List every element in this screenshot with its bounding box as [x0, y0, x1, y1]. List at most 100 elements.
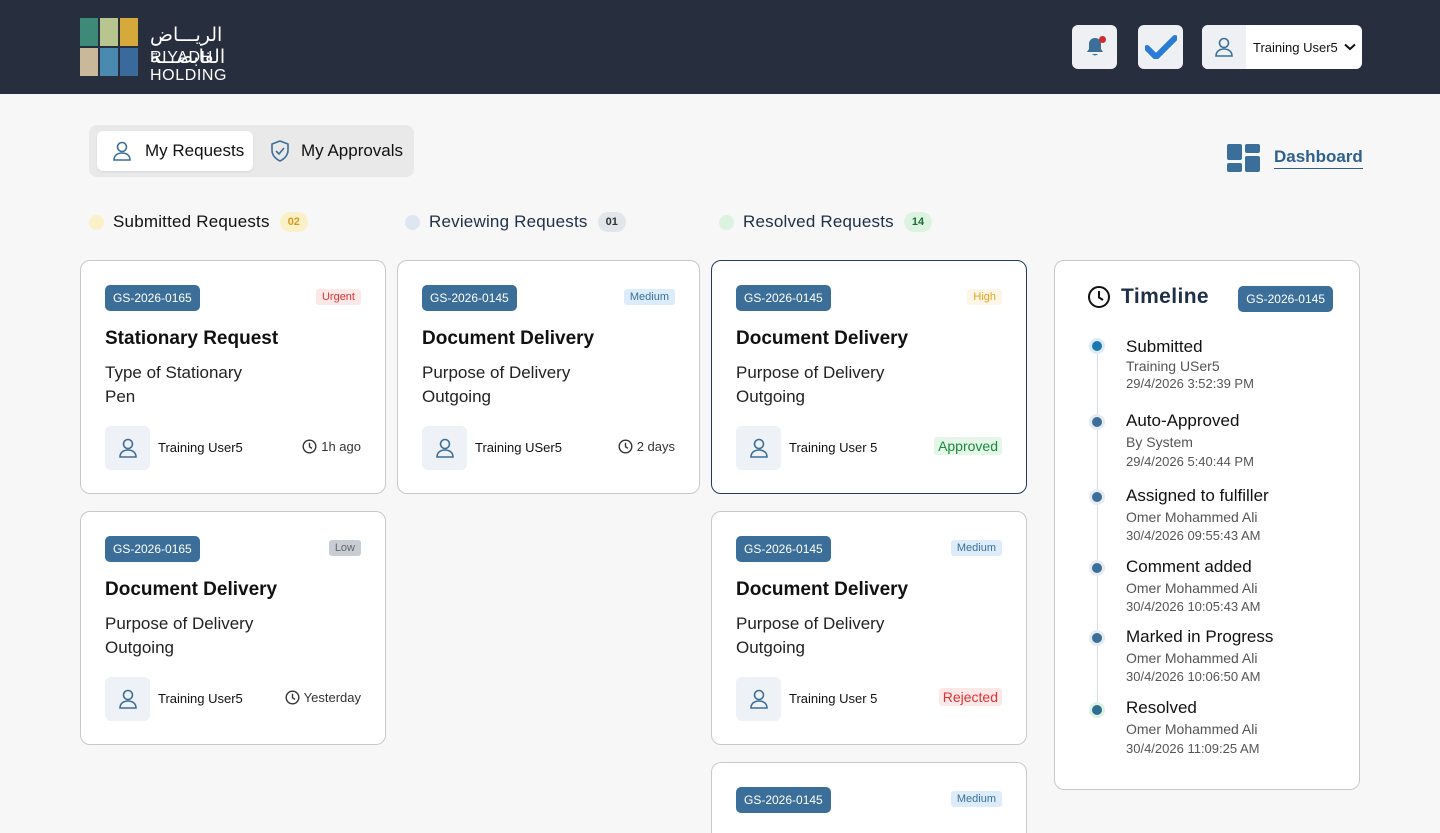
- requester-name: Training User 5: [789, 691, 878, 706]
- priority-badge: Urgent: [315, 289, 361, 305]
- user-menu[interactable]: Training User5: [1202, 25, 1362, 69]
- clock-icon: [1088, 286, 1110, 308]
- request-card[interactable]: GS-2026-0165 Urgent Stationary Request T…: [80, 260, 386, 494]
- event-time: 30/4/2026 10:05:43 AM: [1126, 599, 1261, 614]
- card-field-label: Type of Stationary: [105, 363, 243, 382]
- request-id-badge: GS-2026-0165: [105, 285, 200, 311]
- card-field-value: Outgoing: [422, 387, 491, 406]
- timeline-dot: [1089, 489, 1105, 505]
- card-title: Document Delivery: [736, 328, 909, 349]
- card-title: Document Delivery: [422, 328, 595, 349]
- event-time: 30/4/2026 11:09:25 AM: [1126, 741, 1260, 756]
- card-field-label: Purpose of Delivery: [422, 363, 571, 382]
- clock-icon: [302, 439, 317, 454]
- event-actor: Omer Mohammed Ali: [1126, 509, 1258, 525]
- count-badge: 02: [279, 212, 308, 232]
- request-card[interactable]: GS-2026-0145 High Document Delivery Purp…: [711, 260, 1027, 494]
- timeline-request-id: GS-2026-0145: [1238, 286, 1333, 312]
- tab-my-requests[interactable]: My Requests: [97, 131, 253, 171]
- count-badge: 14: [903, 212, 933, 232]
- event-title: Auto-Approved: [1126, 411, 1240, 430]
- event-title: Resolved: [1126, 698, 1197, 717]
- priority-badge: Medium: [950, 791, 1002, 807]
- card-field-value: Outgoing: [736, 387, 805, 406]
- request-id-badge: GS-2026-0165: [105, 536, 200, 562]
- requester-avatar: [105, 677, 150, 721]
- dashboard-icon: [1227, 144, 1260, 172]
- tasks-button[interactable]: [1138, 25, 1183, 69]
- elapsed-time: Yesterday: [285, 690, 361, 705]
- user-name: Training User5: [1253, 39, 1338, 55]
- timeline-dot: [1089, 338, 1105, 354]
- requester-name: Training User 5: [789, 440, 878, 455]
- count-badge: 01: [597, 212, 626, 232]
- requester-name: Training USer5: [475, 440, 562, 455]
- requester-avatar: [422, 426, 467, 470]
- card-field-value: Outgoing: [105, 638, 174, 657]
- event-title: Assigned to fulfiller: [1126, 486, 1269, 505]
- request-card[interactable]: GS-2026-0165 Low Document Delivery Purpo…: [80, 511, 386, 745]
- column-header-resolved: Resolved Requests 14: [719, 212, 933, 232]
- status-dot: [719, 214, 734, 230]
- elapsed-time: 1h ago: [302, 439, 361, 454]
- request-card[interactable]: GS-2026-0145 Medium Document Delivery Pu…: [711, 511, 1027, 745]
- timeline-panel: Timeline GS-2026-0145 Submitted Training…: [1054, 260, 1360, 790]
- request-card[interactable]: GS-2026-0145 Medium Document Delivery Pu…: [397, 260, 700, 494]
- event-time: 30/4/2026 10:06:50 AM: [1126, 669, 1261, 684]
- card-field-label: Purpose of Delivery: [105, 614, 254, 633]
- view-tabs: My Requests My Approvals: [89, 125, 414, 177]
- user-icon: [435, 438, 454, 458]
- tab-label: My Approvals: [301, 141, 404, 160]
- column-title: Reviewing Requests: [429, 212, 588, 231]
- card-field-value: Outgoing: [736, 638, 805, 657]
- user-icon: [113, 141, 131, 161]
- request-card[interactable]: GS-2026-0145 Medium: [711, 762, 1027, 833]
- card-field-label: Purpose of Delivery: [736, 614, 885, 633]
- event-time: 29/4/2026 3:52:39 PM: [1126, 376, 1254, 391]
- priority-badge: Medium: [950, 540, 1002, 556]
- notifications-button[interactable]: [1072, 25, 1117, 69]
- logo-mark: [80, 18, 138, 76]
- card-field-value: Pen: [105, 387, 136, 406]
- top-bar: الريـــاض القابضـــة RIYADH HOLDING Trai…: [0, 0, 1440, 94]
- timeline-header: Timeline: [1087, 285, 1209, 309]
- user-icon: [749, 689, 768, 709]
- status-badge: Rejected: [938, 688, 1002, 706]
- event-actor: Omer Mohammed Ali: [1126, 650, 1258, 666]
- check-icon: [1144, 35, 1177, 59]
- event-actor: Omer Mohammed Ali: [1126, 721, 1258, 737]
- riyadh-holding-logo[interactable]: الريـــاض القابضـــة RIYADH HOLDING: [80, 18, 290, 84]
- card-title: Stationary Request: [105, 328, 279, 349]
- priority-badge: High: [967, 289, 1002, 305]
- requester-name: Training User5: [158, 440, 243, 455]
- dashboard-link[interactable]: Dashboard: [1227, 144, 1363, 172]
- timeline-dot: [1089, 560, 1105, 576]
- tab-my-approvals[interactable]: My Approvals: [265, 131, 411, 171]
- card-field-label: Purpose of Delivery: [736, 363, 885, 382]
- event-time: 29/4/2026 5:40:44 PM: [1126, 454, 1254, 469]
- priority-badge: Medium: [623, 289, 675, 305]
- timeline-line: [1097, 353, 1098, 711]
- elapsed-time: 2 days: [618, 439, 675, 454]
- timeline-title: Timeline: [1121, 285, 1210, 308]
- clock-icon: [618, 439, 633, 454]
- tab-label: My Requests: [145, 141, 245, 160]
- column-title: Submitted Requests: [113, 212, 270, 231]
- status-dot: [89, 214, 104, 230]
- elapsed-time-text: 2 days: [636, 439, 675, 454]
- request-id-badge: GS-2026-0145: [736, 536, 831, 562]
- requester-avatar: [105, 426, 150, 470]
- user-icon: [1215, 37, 1233, 57]
- column-header-submitted: Submitted Requests 02: [89, 212, 308, 232]
- event-title: Marked in Progress: [1126, 627, 1274, 646]
- user-icon: [118, 438, 137, 458]
- elapsed-time-text: 1h ago: [321, 439, 361, 454]
- requester-name: Training User5: [158, 691, 243, 706]
- request-id-badge: GS-2026-0145: [736, 285, 831, 311]
- timeline-dot: [1089, 414, 1105, 430]
- user-icon: [749, 438, 768, 458]
- user-icon: [118, 689, 137, 709]
- chevron-down-icon: [1344, 43, 1356, 51]
- timeline-dot: [1089, 630, 1105, 646]
- column-title: Resolved Requests: [743, 212, 894, 231]
